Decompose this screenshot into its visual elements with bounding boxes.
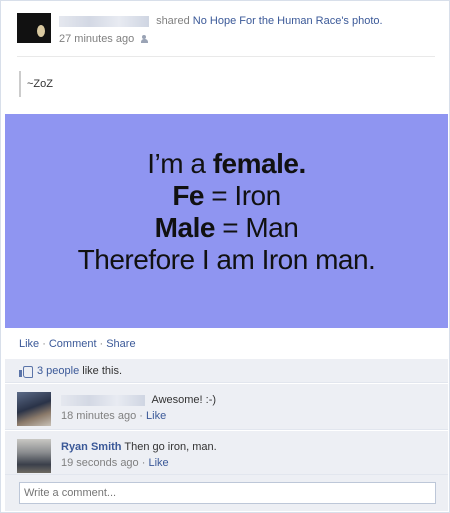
avatar-highlight <box>37 25 45 37</box>
like-link[interactable]: Like <box>19 338 39 350</box>
caption-line-3-normal: = Man <box>214 212 299 243</box>
shared-photo-link[interactable]: No Hope For the Human Race's photo. <box>193 15 383 27</box>
caption-line-2-normal: = Iron <box>204 180 281 211</box>
likes-summary: 3 people like this. <box>5 359 448 383</box>
comment-body: Awesome! :-) 18 minutes ago · Like <box>61 392 431 424</box>
likers-link[interactable]: 3 people <box>37 365 79 377</box>
comment-text: Awesome! :-) <box>151 394 217 406</box>
comment-input[interactable] <box>19 482 436 504</box>
shared-photo[interactable]: I’m a female. Fe = Iron Male = Man There… <box>5 114 448 328</box>
poster-name-redacted[interactable] <box>59 15 149 27</box>
caption-line-1-normal: I’m a <box>147 148 213 179</box>
commenter-name-redacted[interactable] <box>61 394 145 406</box>
comment-meta-separator: · <box>141 457 146 469</box>
story-timestamp[interactable]: 27 minutes ago <box>59 33 134 45</box>
story-header: shared No Hope For the Human Race's phot… <box>17 13 437 47</box>
comment-composer <box>5 475 448 511</box>
comment-item: Awesome! :-) 18 minutes ago · Like <box>5 384 448 430</box>
caption-line-4: Therefore I am Iron man. <box>77 244 376 275</box>
action-bar: Like · Comment · Share <box>5 331 448 357</box>
caption-line-2-bold: Fe <box>172 180 204 211</box>
caption-line-1-bold: female. <box>212 148 307 179</box>
story-actions: Like · Comment · Share <box>5 331 448 357</box>
story-card: shared No Hope For the Human Race's phot… <box>0 0 450 513</box>
commenter-avatar[interactable] <box>17 392 51 426</box>
shared-verb: shared <box>156 15 190 27</box>
story-message: ~ZoZ <box>19 71 53 97</box>
commenter-name[interactable]: Ryan Smith <box>61 441 122 453</box>
comment-item: Ryan Smith Then go iron, man. 19 seconds… <box>5 431 448 475</box>
caption-line-3-bold: Male <box>154 212 216 243</box>
photo-caption: I’m a female. Fe = Iron Male = Man There… <box>5 148 448 276</box>
thumbs-up-icon <box>19 365 33 379</box>
comment-like-link[interactable]: Like <box>146 410 166 422</box>
likes-suffix: like this. <box>79 365 123 377</box>
action-separator: · <box>42 338 46 350</box>
comment-link[interactable]: Comment <box>49 338 97 350</box>
commenter-avatar[interactable] <box>17 439 51 473</box>
comment-like-link[interactable]: Like <box>148 457 168 469</box>
comment-meta-separator: · <box>139 410 143 422</box>
comment-timestamp[interactable]: 18 minutes ago <box>61 410 136 422</box>
action-separator: · <box>99 338 104 350</box>
comment-timestamp[interactable]: 19 seconds ago <box>61 457 139 469</box>
story-header-text: shared No Hope For the Human Race's phot… <box>59 13 439 48</box>
comment-body: Ryan Smith Then go iron, man. 19 seconds… <box>61 439 431 471</box>
comment-text: Then go iron, man. <box>124 441 217 453</box>
header-divider <box>17 56 435 57</box>
poster-avatar[interactable] <box>17 13 51 43</box>
friends-icon[interactable] <box>141 35 151 44</box>
caption-line-1: I’m a female. <box>5 148 448 180</box>
caption-line-2: Fe = Iron <box>5 180 448 212</box>
share-link[interactable]: Share <box>106 338 135 350</box>
caption-line-3: Male = Man <box>5 212 448 244</box>
